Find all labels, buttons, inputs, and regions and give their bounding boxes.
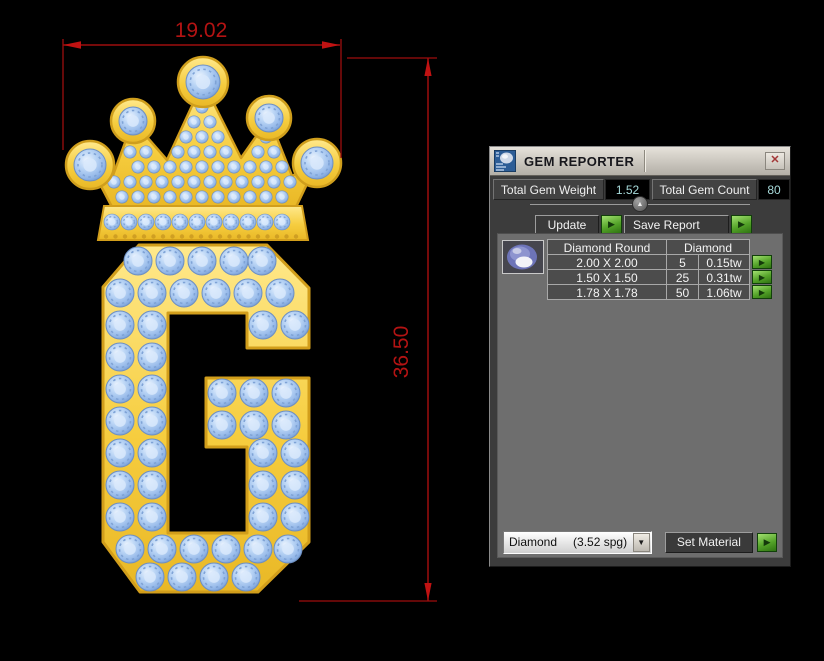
update-button[interactable]: Update <box>535 215 599 234</box>
collapse-icon: ▲ <box>636 201 644 208</box>
column-header: Diamond Round <box>547 239 667 255</box>
svg-text:19.02: 19.02 <box>175 19 228 42</box>
material-row: Diamond (3.52 spg) ▼ Set Material ▶ <box>503 530 777 554</box>
pendant-letter-g <box>101 243 311 594</box>
table-row[interactable]: 1.78 X 1.78 50 1.06tw ▶ <box>547 284 772 300</box>
dropdown-arrow-icon[interactable]: ▼ <box>632 532 650 552</box>
play-icon: ▶ <box>758 257 766 267</box>
close-button[interactable]: ✕ <box>765 152 785 170</box>
gem-list-area: Diamond Round Diamond 2.00 X 2.00 5 0.15… <box>497 233 783 558</box>
set-material-run-button[interactable]: ▶ <box>757 532 777 552</box>
material-dropdown[interactable]: Diamond (3.52 spg) ▼ <box>503 530 652 554</box>
play-icon: ▶ <box>763 536 771 547</box>
row-apply-button[interactable]: ▶ <box>752 255 772 269</box>
window-title: GEM REPORTER <box>524 153 635 169</box>
titlebar-divider <box>644 150 646 172</box>
total-gem-weight-label: Total Gem Weight <box>493 179 604 200</box>
gem-preview <box>502 240 544 274</box>
play-icon: ▶ <box>738 219 745 229</box>
gem-preview-icon <box>507 244 537 270</box>
gem-table-header: Diamond Round Diamond <box>547 239 772 255</box>
material-name: Diamond <box>509 535 558 549</box>
play-icon: ▶ <box>758 272 766 282</box>
close-icon: ✕ <box>770 154 780 166</box>
play-icon: ▶ <box>608 219 615 229</box>
total-gem-count-value: 80 <box>758 179 790 200</box>
collapse-button[interactable]: ▲ <box>632 196 648 212</box>
svg-text:36.50: 36.50 <box>390 326 413 379</box>
gem-table: Diamond Round Diamond 2.00 X 2.00 5 0.15… <box>547 239 772 300</box>
save-report-run-button[interactable]: ▶ <box>731 215 752 234</box>
pendant-crown <box>64 55 343 241</box>
column-header: Diamond <box>666 239 750 255</box>
gem-reporter-icon <box>494 150 516 172</box>
table-row[interactable]: 1.50 X 1.50 25 0.31tw ▶ <box>547 269 772 285</box>
play-icon: ▶ <box>758 287 766 297</box>
window-titlebar[interactable]: GEM REPORTER ✕ <box>490 147 790 176</box>
row-apply-button[interactable]: ▶ <box>752 285 772 299</box>
total-gem-count-label: Total Gem Count <box>652 179 757 200</box>
update-run-button[interactable]: ▶ <box>601 215 622 234</box>
cad-stage: 19.02 36.50 GEM REPORTER ✕ Total Gem Wei… <box>0 0 824 661</box>
table-row[interactable]: 2.00 X 2.00 5 0.15tw ▶ <box>547 254 772 270</box>
material-density: (3.52 spg) <box>573 535 628 549</box>
row-apply-button[interactable]: ▶ <box>752 270 772 284</box>
gem-reporter-window: GEM REPORTER ✕ Total Gem Weight 1.52 Tot… <box>489 146 791 567</box>
set-material-button[interactable]: Set Material <box>664 531 754 553</box>
save-report-button[interactable]: Save Report <box>624 215 729 234</box>
